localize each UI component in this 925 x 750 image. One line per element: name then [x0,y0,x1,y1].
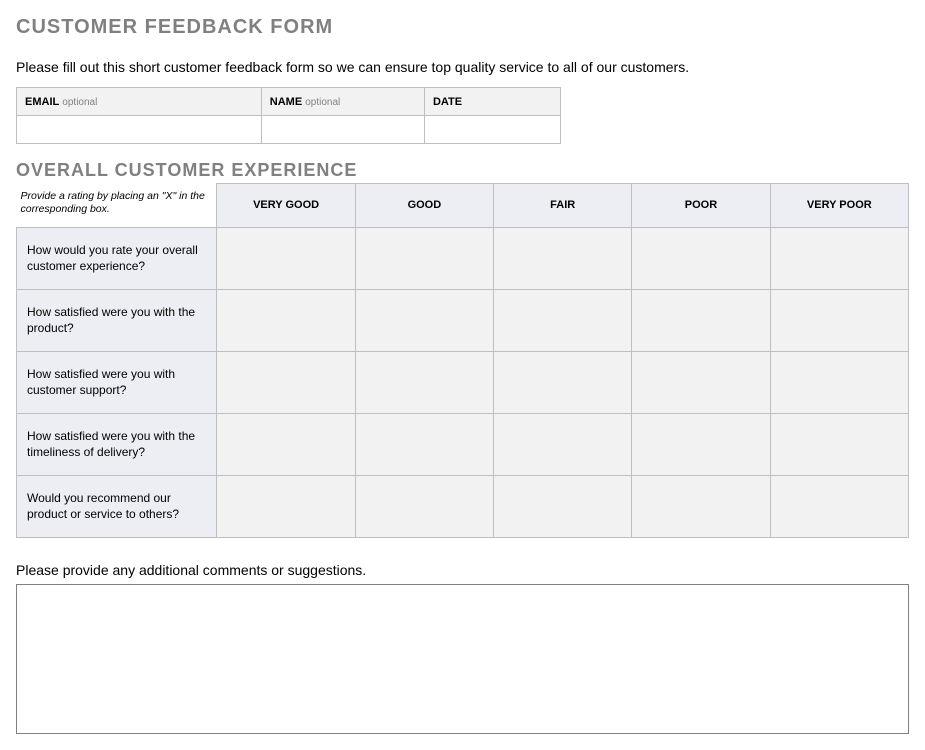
rating-cell[interactable] [632,289,770,351]
question-overall: How would you rate your overall customer… [17,227,217,289]
contact-header-name: NAME optional [261,88,424,116]
comments-label: Please provide any additional comments o… [16,562,909,578]
rating-cell[interactable] [770,351,908,413]
rating-cell[interactable] [632,227,770,289]
rating-cell[interactable] [494,475,632,537]
rating-cell[interactable] [217,351,355,413]
rating-cell[interactable] [355,413,493,475]
table-row: How satisfied were you with the timeline… [17,413,909,475]
contact-header-email-label: EMAIL [25,96,59,108]
table-row: How satisfied were you with the product? [17,289,909,351]
rating-cell[interactable] [494,289,632,351]
rating-cell[interactable] [494,413,632,475]
contact-header-name-optional: optional [305,97,340,108]
intro-text: Please fill out this short customer feed… [16,59,909,75]
table-row: How satisfied were you with customer sup… [17,351,909,413]
question-product: How satisfied were you with the product? [17,289,217,351]
section-title-experience: OVERALL CUSTOMER EXPERIENCE [16,160,909,181]
question-delivery: How satisfied were you with the timeline… [17,413,217,475]
rating-cell[interactable] [632,413,770,475]
email-field[interactable] [17,116,262,144]
rating-cell[interactable] [217,413,355,475]
rating-hint: Provide a rating by placing an "X" in th… [17,184,217,228]
rating-cell[interactable] [355,351,493,413]
rating-cell[interactable] [217,227,355,289]
rating-cell[interactable] [770,475,908,537]
contact-header-date: DATE [424,88,560,116]
contact-header-email-optional: optional [62,97,97,108]
date-field[interactable] [424,116,560,144]
comments-field[interactable] [16,584,909,734]
table-row: Would you recommend our product or servi… [17,475,909,537]
rating-cell[interactable] [494,351,632,413]
rating-cell[interactable] [355,475,493,537]
rating-col-good: GOOD [355,184,493,228]
rating-col-very-poor: VERY POOR [770,184,908,228]
contact-table: EMAIL optional NAME optional DATE [16,87,561,144]
rating-cell[interactable] [770,413,908,475]
contact-header-email: EMAIL optional [17,88,262,116]
rating-table: Provide a rating by placing an "X" in th… [16,183,909,538]
page-title: CUSTOMER FEEDBACK FORM [16,16,909,39]
rating-cell[interactable] [632,351,770,413]
rating-cell[interactable] [770,227,908,289]
rating-cell[interactable] [355,227,493,289]
rating-cell[interactable] [217,289,355,351]
name-field[interactable] [261,116,424,144]
rating-cell[interactable] [632,475,770,537]
question-support: How satisfied were you with customer sup… [17,351,217,413]
rating-col-poor: POOR [632,184,770,228]
rating-cell[interactable] [494,227,632,289]
rating-col-very-good: VERY GOOD [217,184,355,228]
rating-cell[interactable] [217,475,355,537]
question-recommend: Would you recommend our product or servi… [17,475,217,537]
contact-header-date-label: DATE [433,96,462,108]
table-row: How would you rate your overall customer… [17,227,909,289]
rating-cell[interactable] [770,289,908,351]
rating-cell[interactable] [355,289,493,351]
contact-header-name-label: NAME [270,96,302,108]
rating-col-fair: FAIR [494,184,632,228]
